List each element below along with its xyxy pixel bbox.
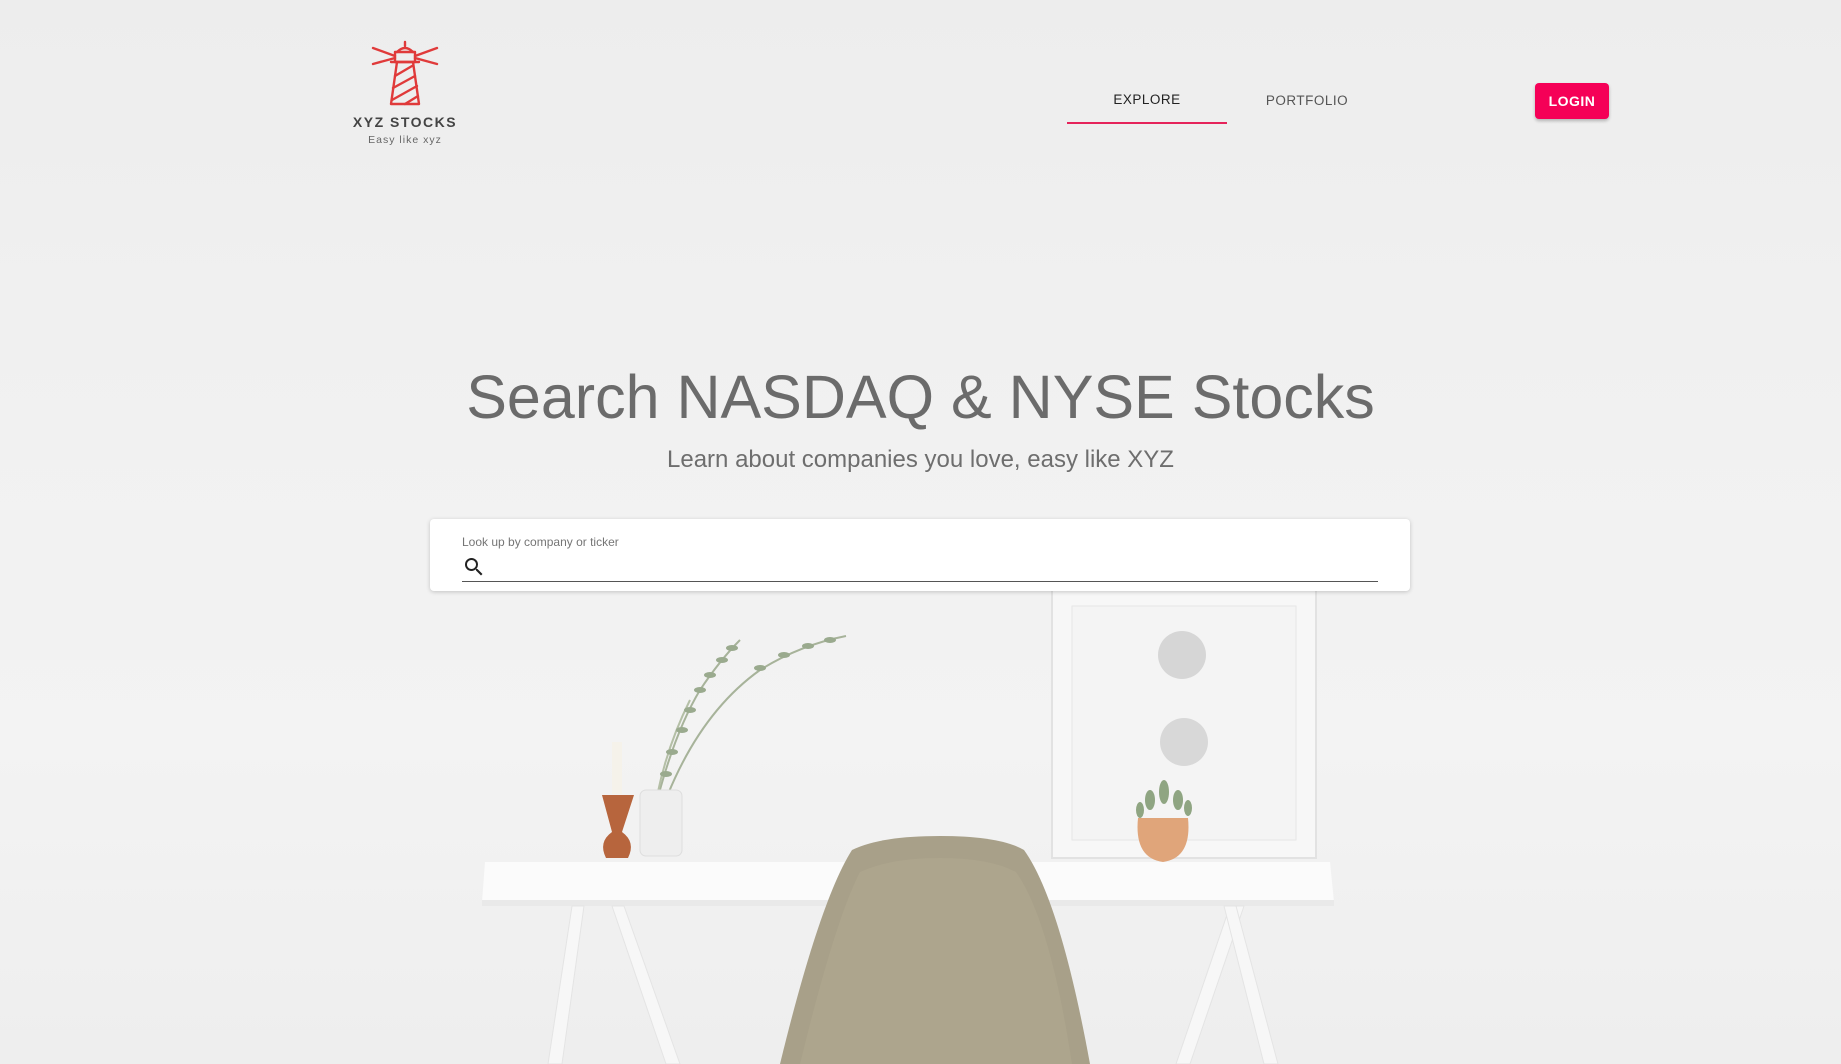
main-nav: EXPLORE PORTFOLIO [1067,76,1387,124]
login-button[interactable]: LOGIN [1535,83,1609,119]
brand-name: XYZ STOCKS [352,114,458,130]
search-card: Look up by company or ticker [430,519,1410,591]
search-icon [465,558,483,576]
hero-title: Search NASDAQ & NYSE Stocks [466,363,1375,431]
lighthouse-icon [371,40,439,106]
brand-tagline: Easy like xyz [368,134,442,146]
hero-subtitle: Learn about companies you love, easy lik… [667,446,1174,473]
tab-portfolio[interactable]: PORTFOLIO [1227,76,1387,124]
search-input[interactable] [492,554,1378,580]
tab-explore[interactable]: EXPLORE [1067,76,1227,124]
search-label: Look up by company or ticker [462,535,619,549]
search-field[interactable] [462,553,1378,582]
brand-logo[interactable]: XYZ STOCKS Easy like xyz [352,40,458,146]
page: XYZ STOCKS Easy like xyz EXPLORE PORTFOL… [0,0,1841,1064]
